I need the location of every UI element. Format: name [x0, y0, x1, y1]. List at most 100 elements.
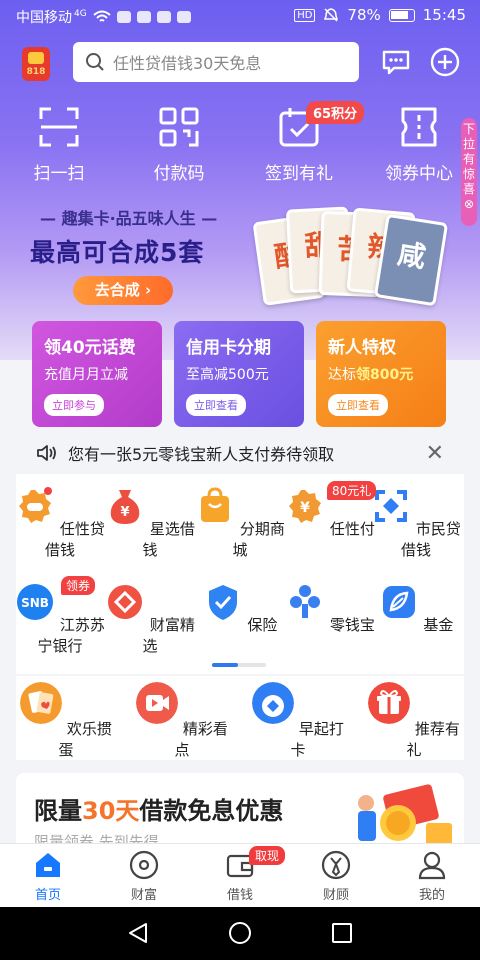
- promo-subtitle: 充值月月立减: [44, 364, 162, 384]
- scan-icon: [39, 107, 79, 147]
- cash-badge: 取现: [249, 846, 286, 865]
- feature-videos[interactable]: 精彩看点: [132, 682, 232, 760]
- back-icon[interactable]: [126, 921, 150, 945]
- promo-sub-text: 达标: [328, 367, 356, 383]
- side-tab-char: 有: [462, 152, 475, 166]
- citizen-loan-icon: [375, 490, 408, 522]
- money-bag-icon: ¥: [110, 490, 140, 524]
- quick-action-coupon[interactable]: 领券中心: [364, 105, 474, 184]
- promo-button[interactable]: 立即查看: [328, 394, 388, 416]
- service-grid: 任性贷借钱 ¥ 星选借钱 分期商城 ¥ 任性付 市民贷借钱 SNB 江苏苏宁银行…: [16, 474, 464, 674]
- tab-wealth[interactable]: 财富: [96, 850, 192, 903]
- wifi-icon: [93, 10, 111, 22]
- quick-action-label: 领券中心: [385, 164, 453, 184]
- feature-label: 推荐有礼: [406, 720, 460, 759]
- page-indicator: [212, 663, 266, 667]
- service-lingqianbao[interactable]: 零钱宝: [280, 582, 380, 635]
- promo-sub-text: 至高减500元: [186, 367, 269, 383]
- ad-headline-post: 借款免息优惠: [139, 797, 284, 825]
- side-tab-char: 惊: [462, 167, 475, 181]
- feature-row: 欢乐掼蛋 精彩看点 早起打卡 推荐有礼: [16, 676, 464, 760]
- banner-title: 最高可合成5套: [30, 238, 205, 267]
- tab-home[interactable]: 首页: [0, 850, 96, 903]
- wealth-icon: [108, 585, 143, 619]
- coupon-tag: 领券: [61, 576, 96, 595]
- feature-guandan[interactable]: 欢乐掼蛋: [16, 682, 116, 760]
- app-logo[interactable]: 818: [22, 47, 50, 81]
- hd-icon: HD: [294, 8, 316, 22]
- tab-label: 首页: [34, 888, 61, 903]
- ad-headline-num: 30天: [82, 797, 140, 825]
- search-bar[interactable]: 任性贷借钱30天免息: [73, 42, 359, 82]
- quick-action-label: 签到有礼: [265, 164, 333, 184]
- feature-refer-reward[interactable]: 推荐有礼: [364, 682, 464, 760]
- cards-game-icon: [20, 682, 63, 724]
- promo-card-phone-credit[interactable]: 领40元话费 充值月月立减 立即参与: [32, 321, 162, 427]
- service-label: 保险: [247, 616, 278, 634]
- svg-text:¥: ¥: [300, 500, 310, 516]
- feature-label: 早起打卡: [290, 720, 344, 759]
- notice-bar[interactable]: 您有一张5元零钱宝新人支付券待领取 ✕: [16, 432, 464, 474]
- tab-profile[interactable]: 我的: [384, 850, 480, 903]
- reward-tag: 80元礼: [327, 481, 377, 500]
- promo-highlight: 领800元: [356, 367, 414, 383]
- notice-text: 您有一张5元零钱宝新人支付券待领取: [68, 445, 335, 464]
- checkin-icon: [252, 682, 295, 724]
- service-label: 基金: [423, 616, 454, 634]
- service-fund[interactable]: 基金: [366, 582, 466, 635]
- service-installment-mall[interactable]: 分期商城: [190, 486, 290, 560]
- carrier: 中国移动: [16, 10, 72, 26]
- tab-advisor[interactable]: 财顾: [288, 850, 384, 903]
- loan-ad-card[interactable]: 限量30天借款免息优惠 限量领券 先到先得: [16, 773, 464, 847]
- banner-subtitle-text: 趣集卡·品五味人生: [61, 209, 196, 228]
- service-wealth-select[interactable]: 财富精选: [100, 582, 200, 656]
- speaker-icon: [37, 445, 56, 461]
- quick-action-paycode[interactable]: 付款码: [124, 105, 234, 184]
- banner-button-label: 去合成: [94, 281, 140, 299]
- pay-icon: ¥: [289, 490, 322, 523]
- home-nav-icon[interactable]: [228, 921, 252, 945]
- close-icon[interactable]: ⊗: [461, 197, 477, 212]
- service-label: 财富精选: [142, 616, 195, 655]
- banner-subtitle: — 趣集卡·品五味人生 —: [40, 209, 218, 228]
- search-placeholder: 任性贷借钱30天免息: [113, 54, 262, 73]
- service-insurance[interactable]: 保险: [190, 582, 290, 635]
- coupon-icon: [401, 107, 437, 147]
- service-shiminloan[interactable]: 市民贷借钱: [366, 486, 466, 560]
- promo-card-new-user[interactable]: 新人特权 达标领800元 立即查看: [316, 321, 446, 427]
- service-label: 分期商城: [232, 520, 285, 559]
- shield-icon: [208, 585, 237, 620]
- svg-text:¥: ¥: [121, 505, 130, 520]
- recents-icon[interactable]: [330, 921, 354, 945]
- promo-subtitle: 至高减500元: [186, 364, 304, 384]
- snb-logo-text: SNB: [21, 596, 49, 610]
- service-snb-bank[interactable]: SNB 江苏苏宁银行: [10, 582, 110, 656]
- add-icon[interactable]: [429, 46, 461, 78]
- promo-card-credit-installment[interactable]: 信用卡分期 至高减500元 立即查看: [174, 321, 304, 427]
- service-xingxuan[interactable]: ¥ 星选借钱: [100, 486, 200, 560]
- banner-combine-button[interactable]: 去合成 ›: [73, 276, 173, 305]
- quick-action-scan[interactable]: 扫一扫: [4, 105, 114, 184]
- feature-early-checkin[interactable]: 早起打卡: [248, 682, 348, 760]
- bottom-tab-bar: 首页 财富 借钱 财顾 我的: [0, 843, 480, 907]
- promo-button[interactable]: 立即查看: [186, 394, 246, 416]
- ad-headline-pre: 限量: [34, 797, 82, 825]
- wechat-icon: [156, 11, 171, 23]
- quick-action-label: 付款码: [153, 164, 205, 184]
- service-renxingdai[interactable]: 任性贷借钱: [10, 486, 110, 560]
- service-label: 市民贷借钱: [400, 520, 461, 559]
- side-tab-char: 下: [462, 122, 475, 136]
- money-illustration: [358, 784, 452, 847]
- close-icon[interactable]: ✕: [426, 441, 444, 466]
- snb-icon: SNB: [17, 584, 54, 620]
- message-bubble-icon[interactable]: [380, 46, 412, 78]
- logo-text: 818: [26, 67, 46, 77]
- tab-label: 财顾: [322, 888, 349, 903]
- feature-label: 欢乐掼蛋: [58, 720, 112, 759]
- side-tab-char: 拉: [462, 137, 475, 151]
- shopping-bag-icon: [201, 487, 230, 522]
- pull-down-surprise-tab[interactable]: 下 拉 有 惊 喜 ⊗: [461, 118, 477, 226]
- search-icon: [86, 53, 104, 71]
- promo-button[interactable]: 立即参与: [44, 394, 104, 416]
- promo-sub-text: 充值月月立减: [44, 367, 128, 383]
